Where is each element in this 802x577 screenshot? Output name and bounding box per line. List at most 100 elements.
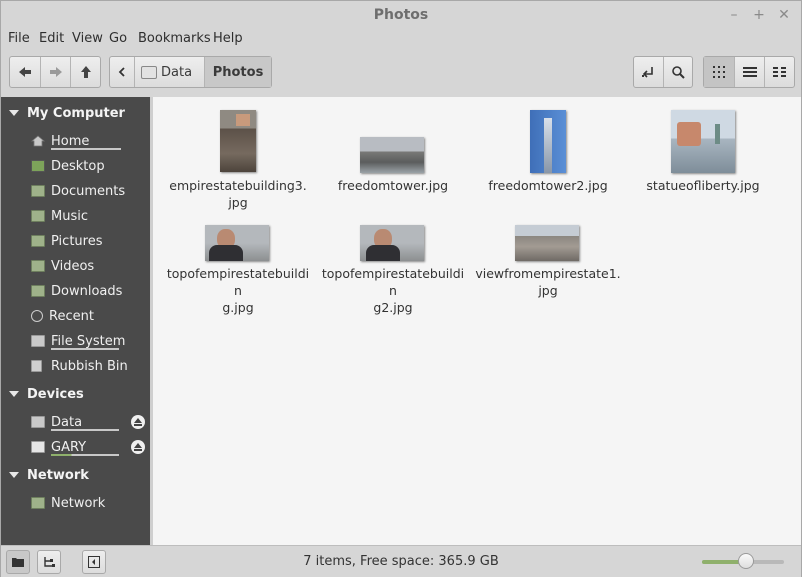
sidebar-item-pictures[interactable]: Pictures	[31, 231, 102, 251]
statue-shape	[715, 124, 720, 144]
arrow-left-icon	[19, 67, 31, 77]
image-thumbnail	[220, 110, 256, 172]
file-item[interactable]: topofempirestatebuildin g2.jpg	[318, 223, 468, 329]
file-item[interactable]: viewfromempirestate1. jpg	[473, 223, 623, 329]
file-item[interactable]: empirestatebuilding3. jpg	[163, 109, 313, 215]
file-item[interactable]: freedomtower2.jpg	[473, 109, 623, 215]
minimize-button[interactable]: –	[725, 6, 743, 24]
menu-go[interactable]: Go	[109, 31, 127, 46]
section-network[interactable]: Network	[1, 468, 89, 483]
list-view-button[interactable]	[734, 57, 764, 87]
tower-shape	[544, 118, 552, 173]
file-name: freedomtower.jpg	[337, 178, 449, 193]
file-system-usage-bar	[51, 348, 119, 350]
status-text: 7 items, Free space: 365.9 GB	[303, 554, 499, 569]
location-toggle-button[interactable]	[634, 57, 663, 87]
drive-icon	[31, 335, 45, 347]
file-view: empirestatebuilding3. jpg freedomtower.j…	[153, 97, 801, 545]
eject-icon[interactable]	[131, 415, 145, 429]
sidebar-item-network[interactable]: Network	[31, 493, 105, 513]
location-icon	[642, 67, 654, 78]
close-button[interactable]: ✕	[775, 6, 793, 24]
chevron-left-icon	[118, 67, 125, 77]
section-title: My Computer	[27, 106, 125, 121]
file-name-line: empirestatebuilding3.	[169, 178, 307, 193]
videos-folder-icon	[31, 260, 45, 272]
file-name-line: g2.jpg	[373, 300, 413, 315]
list-icon	[742, 67, 757, 77]
file-name-line: jpg	[538, 283, 558, 298]
arrow-right-icon	[49, 67, 62, 77]
menu-view[interactable]: View	[72, 31, 103, 46]
sidebar-item-label: Rubbish Bin	[51, 358, 128, 374]
icon-view-button[interactable]	[704, 57, 734, 87]
file-name-line: g.jpg	[222, 300, 254, 315]
image-thumbnail	[360, 225, 424, 261]
recent-icon	[31, 310, 43, 322]
file-item[interactable]: topofempirestatebuildin g.jpg	[163, 223, 313, 329]
expand-triangle-icon	[9, 472, 19, 478]
image-thumbnail	[671, 110, 735, 173]
toolbar: Data Photos	[1, 51, 801, 97]
status-bar: 7 items, Free space: 365.9 GB	[1, 545, 801, 577]
search-icon	[672, 66, 685, 79]
network-folder-icon	[31, 497, 45, 509]
image-thumbnail	[360, 137, 424, 173]
breadcrumb-photos[interactable]: Photos	[204, 57, 271, 87]
sidebar-item-label: Desktop	[51, 158, 105, 174]
sidebar-item-label: Network	[51, 495, 106, 511]
sidebar-item-label: GARY	[51, 439, 87, 455]
section-my-computer[interactable]: My Computer	[1, 106, 125, 121]
up-button[interactable]	[70, 57, 100, 87]
body-shape	[366, 245, 400, 261]
sidebar-item-desktop[interactable]: Desktop	[31, 156, 105, 176]
sidebar-item-downloads[interactable]: Downloads	[31, 281, 122, 301]
file-name: empirestatebuilding3. jpg	[163, 177, 313, 211]
folder-icon	[31, 185, 45, 197]
usb-drive-icon	[31, 441, 45, 453]
sidebar-item-rubbish-bin[interactable]: Rubbish Bin	[31, 356, 128, 376]
menu-bookmarks[interactable]: Bookmarks	[138, 31, 211, 46]
forward-button[interactable]	[40, 57, 70, 87]
home-usage-bar	[51, 148, 121, 150]
menu-help[interactable]: Help	[213, 31, 243, 46]
image-thumbnail	[530, 110, 566, 173]
file-name-line: jpg	[228, 195, 248, 210]
action-buttons	[633, 56, 693, 88]
compact-view-button[interactable]	[764, 57, 794, 87]
file-item[interactable]: freedomtower.jpg	[318, 109, 468, 215]
data-usage-bar	[51, 429, 119, 431]
sidebar-item-music[interactable]: Music	[31, 206, 88, 226]
maximize-button[interactable]: +	[750, 6, 768, 24]
image-thumbnail	[515, 225, 579, 261]
sidebar-item-videos[interactable]: Videos	[31, 256, 94, 276]
section-title: Network	[27, 468, 89, 483]
file-name: topofempirestatebuildin g2.jpg	[318, 265, 468, 316]
search-button[interactable]	[662, 57, 692, 87]
grid-icon	[713, 66, 725, 78]
back-button[interactable]	[10, 57, 40, 87]
pictures-folder-icon	[31, 235, 45, 247]
arrow-up-icon	[80, 66, 91, 78]
sidebar-item-documents[interactable]: Documents	[31, 181, 125, 201]
sidebar-item-label: Pictures	[51, 233, 103, 249]
eject-icon[interactable]	[131, 440, 145, 454]
section-devices[interactable]: Devices	[1, 387, 84, 402]
sidebar-item-recent[interactable]: Recent	[31, 306, 94, 326]
zoom-slider[interactable]	[702, 553, 784, 569]
file-item[interactable]: statueofliberty.jpg	[628, 109, 778, 215]
file-name-line: viewfromempirestate1.	[475, 266, 621, 281]
breadcrumb-left-button[interactable]	[110, 57, 134, 87]
breadcrumb-data[interactable]: Data	[134, 57, 204, 87]
sidebar-item-label: Documents	[51, 183, 126, 199]
sidebar-item-label: Data	[51, 414, 83, 430]
expand-triangle-icon	[9, 391, 19, 397]
navigation-buttons	[9, 56, 101, 88]
sidebar-item-label: Music	[51, 208, 88, 224]
sidebar-item-label: Recent	[49, 308, 94, 324]
file-name-line: topofempirestatebuildin	[166, 266, 310, 298]
menu-edit[interactable]: Edit	[39, 31, 64, 46]
file-name-line: topofempirestatebuildin	[321, 266, 465, 298]
compact-list-icon	[772, 67, 786, 77]
menu-file[interactable]: File	[8, 31, 30, 46]
